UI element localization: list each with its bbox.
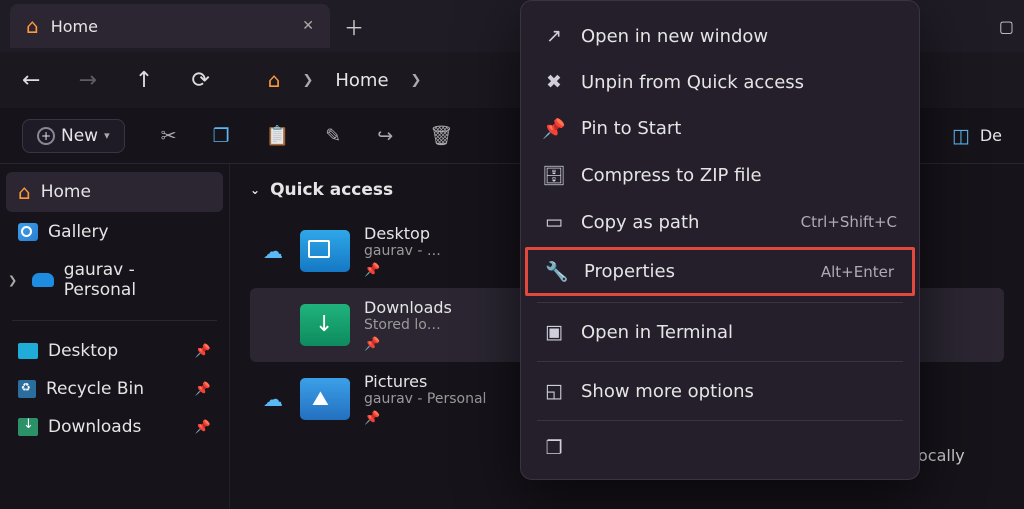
shortcut: Ctrl+Shift+C: [801, 213, 897, 231]
breadcrumb[interactable]: ⌂ ❯ Home ❯: [268, 68, 422, 92]
details-label: De: [980, 126, 1002, 145]
paste-icon[interactable]: 📋: [266, 124, 290, 147]
sidebar-item-downloads[interactable]: Downloads 📌: [6, 409, 223, 445]
cloud-icon: [32, 273, 54, 287]
context-menu: ↗ Open in new window ✖ Unpin from Quick …: [520, 0, 920, 480]
sidebar: ⌂ Home Gallery ❯ gaurav - Personal Deskt…: [0, 164, 230, 509]
folder-sub: gaurav - …: [364, 243, 441, 259]
chevron-right-icon[interactable]: ❯: [8, 274, 17, 287]
divider: [537, 302, 903, 303]
folder-name: Desktop: [364, 224, 441, 243]
copy-icon[interactable]: ❐: [543, 437, 565, 459]
sidebar-item-home[interactable]: ⌂ Home: [6, 172, 223, 212]
folder-sub: gaurav - Personal: [364, 391, 486, 407]
folder-name: Downloads: [364, 298, 452, 317]
properties-icon: 🔧: [546, 260, 568, 283]
delete-icon[interactable]: 🗑: [429, 124, 453, 147]
ctx-label: Pin to Start: [581, 118, 681, 139]
ctx-pin-to-start[interactable]: 📌 Pin to Start: [527, 105, 913, 152]
new-button[interactable]: + New ▾: [22, 119, 125, 153]
sidebar-item-label: Home: [41, 182, 91, 202]
pin-icon: 📌: [195, 420, 211, 435]
chevron-down-icon: ▾: [104, 129, 110, 142]
pin-icon: 📌: [364, 263, 441, 278]
home-icon: ⌂: [26, 14, 39, 38]
ctx-open-new-window[interactable]: ↗ Open in new window: [527, 13, 913, 59]
details-pane-icon[interactable]: ◫: [952, 125, 970, 147]
rename-icon[interactable]: ✎: [325, 125, 341, 147]
chevron-down-icon: ⌄: [250, 183, 260, 197]
sidebar-item-label: Gallery: [48, 222, 109, 242]
ctx-label: Open in Terminal: [581, 322, 733, 343]
home-icon: ⌂: [18, 180, 31, 204]
desktop-folder-icon: [300, 230, 350, 272]
refresh-button[interactable]: ⟳: [191, 68, 209, 93]
folder-name: Pictures: [364, 372, 486, 391]
copy-path-icon: ▭: [543, 211, 565, 233]
pin-icon: 📌: [195, 382, 211, 397]
ctx-label: Open in new window: [581, 26, 768, 47]
download-icon: [18, 418, 38, 436]
sidebar-item-label: Recycle Bin: [46, 379, 144, 399]
pictures-folder-icon: [300, 378, 350, 420]
ctx-compress-zip[interactable]: 🗄 Compress to ZIP file: [527, 152, 913, 199]
sidebar-item-label: Downloads: [48, 417, 141, 437]
sidebar-item-label: gaurav - Personal: [64, 260, 211, 300]
folder-sub: Stored lo…: [364, 317, 452, 333]
divider: [12, 320, 217, 321]
ctx-label: Show more options: [581, 381, 754, 402]
unpin-icon: ✖: [543, 71, 565, 93]
ctx-copy-as-path[interactable]: ▭ Copy as path Ctrl+Shift+C: [527, 199, 913, 245]
terminal-icon: ▣: [543, 321, 565, 343]
forward-button[interactable]: →: [78, 68, 96, 93]
sidebar-item-cloud[interactable]: ❯ gaurav - Personal: [6, 252, 223, 308]
cloud-sync-icon: ☁: [260, 239, 286, 263]
ctx-label: Unpin from Quick access: [581, 72, 804, 93]
chevron-right-icon: ❯: [302, 73, 313, 88]
cut-icon[interactable]: ✂: [161, 125, 177, 147]
ctx-label: Copy as path: [581, 212, 699, 233]
desktop-icon: [18, 343, 38, 359]
ctx-show-more-options[interactable]: ◱ Show more options: [527, 368, 913, 414]
divider: [537, 361, 903, 362]
pin-icon: 📌: [364, 411, 486, 426]
ctx-footer: ❐: [527, 427, 913, 469]
up-button[interactable]: ↑: [135, 68, 153, 93]
chevron-right-icon: ❯: [411, 73, 422, 88]
sidebar-item-desktop[interactable]: Desktop 📌: [6, 333, 223, 369]
tab-home[interactable]: ⌂ Home ✕: [10, 4, 330, 48]
cloud-sync-icon: ☁: [260, 387, 286, 411]
new-label: New: [61, 126, 98, 146]
pin-icon: 📌: [543, 117, 565, 140]
divider: [537, 420, 903, 421]
section-title: Quick access: [270, 180, 393, 200]
open-new-window-icon: ↗: [543, 25, 565, 47]
tab-title: Home: [51, 17, 98, 36]
back-button[interactable]: ←: [22, 68, 40, 93]
sidebar-item-gallery[interactable]: Gallery: [6, 214, 223, 250]
maximize-button[interactable]: ▢: [999, 17, 1014, 36]
pin-icon: 📌: [195, 344, 211, 359]
shortcut: Alt+Enter: [821, 263, 894, 281]
zip-icon: 🗄: [543, 164, 565, 187]
breadcrumb-home-icon: ⌂: [268, 68, 281, 92]
copy-icon[interactable]: ❐: [213, 125, 230, 147]
sidebar-item-label: Desktop: [48, 341, 118, 361]
sidebar-item-recycle[interactable]: Recycle Bin 📌: [6, 371, 223, 407]
recycle-icon: [18, 380, 36, 398]
breadcrumb-current: Home: [335, 70, 388, 91]
new-tab-button[interactable]: ＋: [344, 12, 364, 41]
ctx-unpin-quick-access[interactable]: ✖ Unpin from Quick access: [527, 59, 913, 105]
gallery-icon: [18, 223, 38, 241]
ctx-label: Compress to ZIP file: [581, 165, 762, 186]
ctx-properties[interactable]: 🔧 Properties Alt+Enter: [525, 247, 915, 296]
pin-icon: 📌: [364, 337, 452, 352]
more-icon: ◱: [543, 380, 565, 402]
close-tab-icon[interactable]: ✕: [302, 18, 314, 34]
ctx-open-in-terminal[interactable]: ▣ Open in Terminal: [527, 309, 913, 355]
plus-circle-icon: +: [37, 127, 55, 145]
ctx-label: Properties: [584, 261, 675, 282]
share-icon[interactable]: ↪: [377, 125, 393, 147]
downloads-folder-icon: [300, 304, 350, 346]
